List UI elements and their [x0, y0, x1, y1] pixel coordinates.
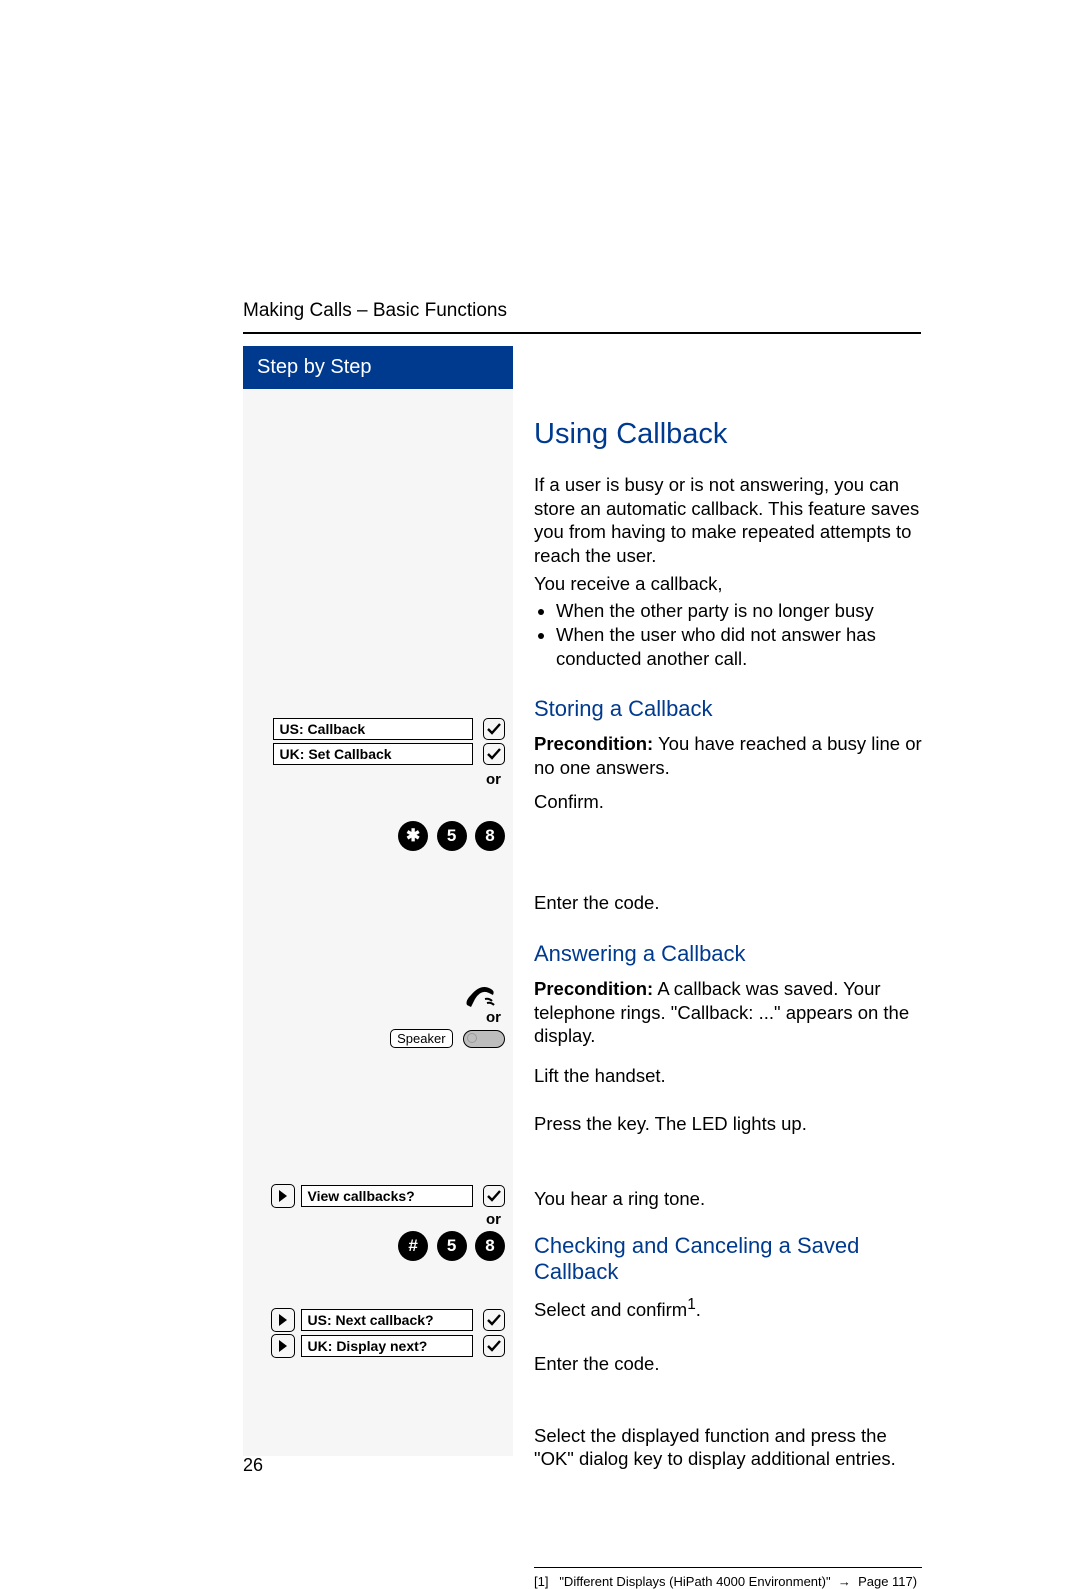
scroll-arrow-icon	[271, 1184, 295, 1208]
key-hash: #	[398, 1231, 428, 1261]
menu-item: UK: Set Callback	[273, 743, 473, 765]
checking-enter-code: Enter the code.	[534, 1352, 922, 1376]
intro-bullet: When the other party is no longer busy	[556, 599, 922, 623]
ok-checkmark-icon	[483, 718, 505, 740]
ok-checkmark-icon	[483, 1309, 505, 1331]
code-keys-hash-5-8: # 5 8	[243, 1231, 505, 1261]
intro-bullet: When the user who did not answer has con…	[556, 623, 922, 670]
menu-item: UK: Display next?	[301, 1335, 473, 1357]
storing-precondition: Precondition: You have reached a busy li…	[534, 732, 922, 779]
arrow-icon: →	[838, 1574, 851, 1589]
checking-display-next: Select the displayed function and press …	[534, 1424, 922, 1471]
running-header: Making Calls – Basic Functions	[243, 300, 507, 322]
subsection-checking-title: Checking and Canceling a Saved Callback	[534, 1233, 922, 1285]
footnote: [1] "Different Displays (HiPath 4000 Env…	[534, 1567, 922, 1589]
storing-enter-code: Enter the code.	[534, 891, 922, 915]
intro-paragraph: You receive a callback,	[534, 572, 922, 596]
ok-checkmark-icon	[483, 1185, 505, 1207]
ok-checkmark-icon	[483, 1335, 505, 1357]
checking-select-confirm: Select and confirm1.	[534, 1295, 922, 1322]
answering-lift: Lift the handset.	[534, 1064, 922, 1088]
key-8: 8	[475, 821, 505, 851]
key-5: 5	[437, 1231, 467, 1261]
step-by-step-column: Step by Step US: Callback UK: Set Callba…	[243, 346, 513, 1456]
section-title: Using Callback	[534, 418, 922, 451]
scroll-arrow-icon	[271, 1334, 295, 1358]
led-key-icon	[463, 1030, 505, 1048]
answering-ringtone: You hear a ring tone.	[534, 1187, 922, 1211]
select-confirm-text: Select and confirm	[534, 1299, 687, 1320]
intro-bullets: When the other party is no longer busy W…	[534, 599, 922, 670]
lift-handset-icon-row	[243, 981, 505, 1011]
precondition-label: Precondition:	[534, 733, 653, 754]
menu-us-next-callback-row: US: Next callback?	[243, 1308, 505, 1332]
answering-precondition: Precondition: A callback was saved. Your…	[534, 977, 922, 1048]
manual-page: Making Calls – Basic Functions Step by S…	[0, 0, 1080, 1528]
header-rule	[243, 332, 921, 334]
content-column: Using Callback If a user is busy or is n…	[534, 346, 922, 1589]
page-number: 26	[243, 1455, 263, 1476]
menu-us-callback-row: US: Callback	[243, 718, 505, 740]
menu-view-callbacks-row: View callbacks?	[243, 1184, 505, 1208]
menu-item: US: Next callback?	[301, 1309, 473, 1331]
key-8: 8	[475, 1231, 505, 1261]
or-label: or	[243, 1009, 505, 1026]
menu-uk-set-callback-row: UK: Set Callback	[243, 743, 505, 765]
subsection-storing-title: Storing a Callback	[534, 696, 922, 722]
subsection-answering-title: Answering a Callback	[534, 941, 922, 967]
footnote-rule	[534, 1567, 922, 1568]
select-confirm-post: .	[696, 1299, 701, 1320]
handset-icon	[461, 981, 501, 1011]
speaker-key-label: Speaker	[390, 1029, 452, 1048]
step-by-step-title: Step by Step	[243, 346, 513, 389]
footnote-number: [1]	[534, 1574, 548, 1589]
or-label: or	[243, 771, 505, 788]
or-label: or	[243, 1211, 505, 1228]
intro-paragraph: If a user is busy or is not answering, y…	[534, 473, 922, 568]
footnote-page: Page 117)	[858, 1574, 917, 1589]
answering-press-key: Press the key. The LED lights up.	[534, 1112, 922, 1136]
menu-uk-display-next-row: UK: Display next?	[243, 1334, 505, 1358]
menu-item: View callbacks?	[301, 1185, 473, 1207]
key-star: ✱	[398, 821, 428, 851]
footnote-ref: 1	[687, 1296, 696, 1313]
scroll-arrow-icon	[271, 1308, 295, 1332]
storing-confirm: Confirm.	[534, 790, 922, 814]
key-5: 5	[437, 821, 467, 851]
menu-item: US: Callback	[273, 718, 473, 740]
speaker-key-row: Speaker	[243, 1029, 505, 1048]
precondition-label: Precondition:	[534, 978, 653, 999]
code-keys-star-5-8: ✱ 5 8	[243, 821, 505, 851]
ok-checkmark-icon	[483, 743, 505, 765]
footnote-text: "Different Displays (HiPath 4000 Environ…	[559, 1574, 830, 1589]
